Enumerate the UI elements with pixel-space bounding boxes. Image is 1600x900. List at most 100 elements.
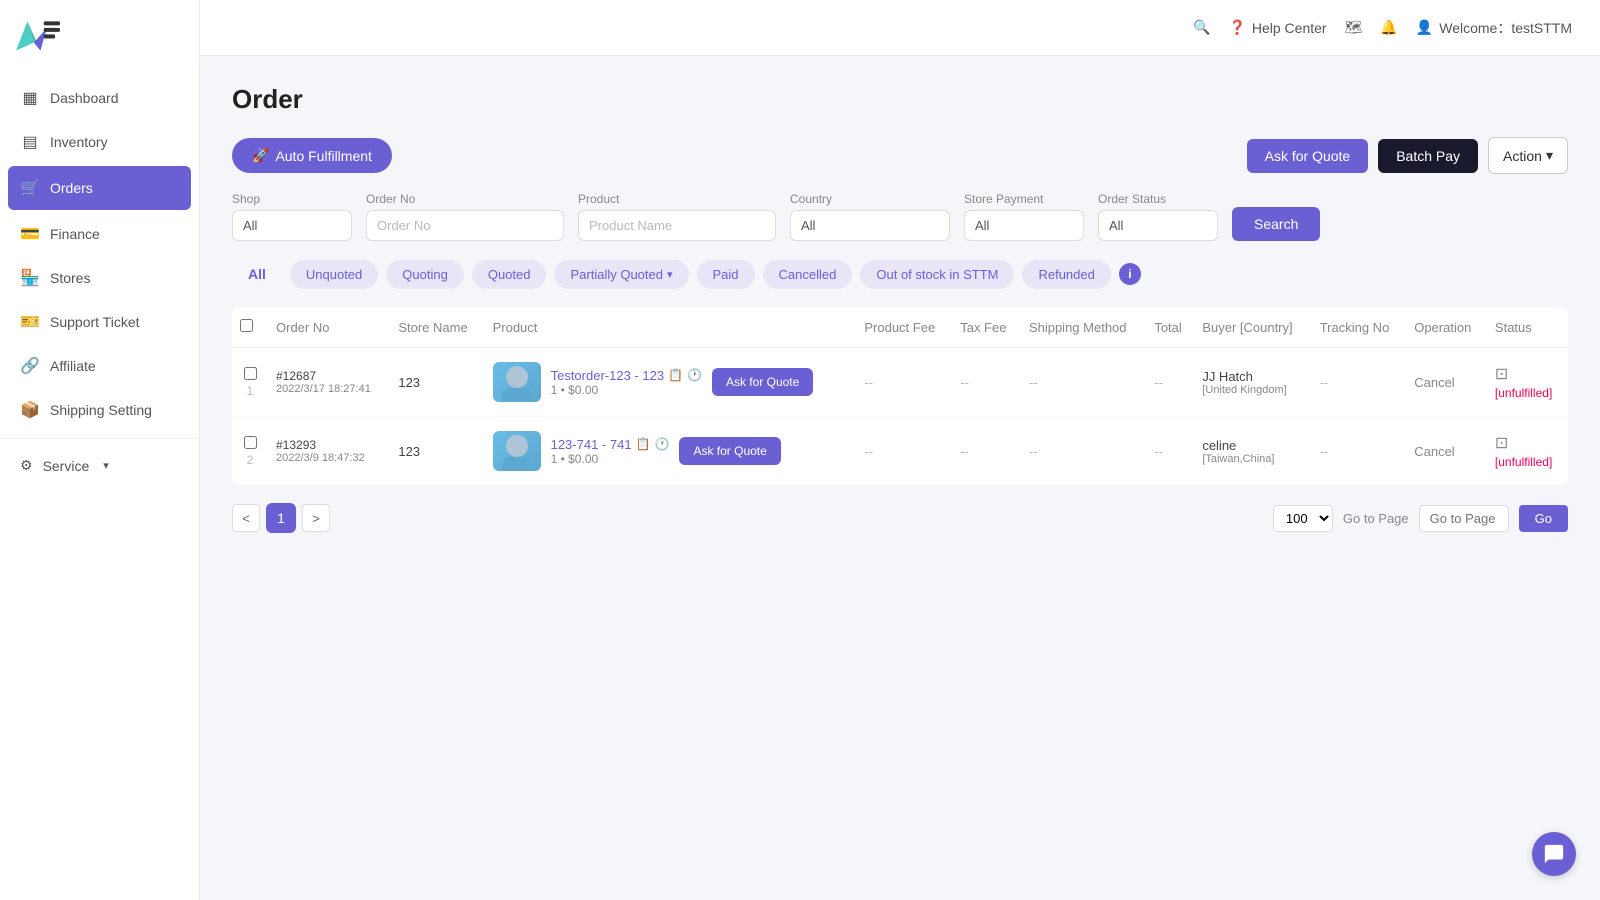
search-label: Search	[1254, 216, 1298, 232]
row-checkbox-cell: 2	[232, 417, 268, 486]
table-header: Order No Store Name Product Product Fee …	[232, 307, 1568, 348]
product-image	[493, 431, 541, 471]
history-icon[interactable]: 🕐	[655, 437, 670, 451]
sidebar-item-shipping[interactable]: 📦 Shipping Setting	[0, 388, 199, 432]
copy-icon[interactable]: 📋	[668, 368, 683, 382]
row-number: 1	[247, 384, 254, 398]
order-status-select[interactable]: All	[1098, 210, 1218, 241]
next-page-button[interactable]: >	[302, 504, 330, 532]
sidebar-item-stores[interactable]: 🏪 Stores	[0, 256, 199, 300]
per-page-select[interactable]: 100 50 20	[1273, 505, 1333, 532]
bell-icon[interactable]: 🔔	[1380, 19, 1397, 36]
goto-page-input[interactable]	[1419, 505, 1509, 532]
row-checkbox[interactable]	[244, 436, 257, 449]
batch-pay-button[interactable]: Batch Pay	[1378, 139, 1478, 173]
search-icon[interactable]: 🔍	[1193, 19, 1210, 36]
chat-bubble[interactable]	[1532, 832, 1576, 876]
history-icon[interactable]: 🕐	[687, 368, 702, 382]
ask-for-quote-button[interactable]: Ask for Quote	[1247, 139, 1369, 173]
sidebar-item-finance[interactable]: 💳 Finance	[0, 212, 199, 256]
tab-partially-quoted[interactable]: Partially Quoted ▾	[554, 260, 688, 289]
col-product: Product	[485, 307, 857, 348]
nav-divider	[0, 438, 199, 439]
product-cell: 123-741 - 741 📋 🕐 1 • $0.00 Ask for Quot…	[485, 417, 857, 486]
tab-out-of-stock[interactable]: Out of stock in STTM	[860, 260, 1014, 289]
select-all-checkbox[interactable]	[240, 319, 253, 332]
sidebar-item-affiliate[interactable]: 🔗 Affiliate	[0, 344, 199, 388]
product-image	[493, 362, 541, 402]
sidebar-item-service[interactable]: ⚙ Service ▾	[0, 445, 199, 486]
orders-icon: 🛒	[20, 178, 40, 198]
country-select[interactable]: All	[790, 210, 950, 241]
search-button[interactable]: Search	[1232, 207, 1320, 241]
order-date: 2022/3/17 18:27:41	[276, 383, 382, 395]
store-payment-select[interactable]: All	[964, 210, 1084, 241]
product-link[interactable]: 123-741 - 741	[551, 437, 632, 452]
col-tax-fee: Tax Fee	[952, 307, 1021, 348]
prev-page-button[interactable]: <	[232, 504, 260, 532]
table-body: 1 #12687 2022/3/17 18:27:41 123	[232, 348, 1568, 486]
buyer-country: [Taiwan,China]	[1202, 453, 1303, 465]
tab-cancelled-label: Cancelled	[779, 267, 837, 282]
service-icon: ⚙	[20, 457, 33, 474]
tab-quoted[interactable]: Quoted	[472, 260, 547, 289]
user-menu[interactable]: 👤 Welcome：testSTTM	[1416, 18, 1572, 38]
sidebar-item-support[interactable]: 🎫 Support Ticket	[0, 300, 199, 344]
tab-out-of-stock-label: Out of stock in STTM	[876, 267, 998, 282]
order-no-input[interactable]	[366, 210, 564, 241]
action-button[interactable]: Action ▾	[1488, 137, 1568, 174]
cancel-button[interactable]: Cancel	[1414, 375, 1454, 390]
sidebar-item-label: Affiliate	[50, 358, 96, 374]
row-checkbox[interactable]	[244, 367, 257, 380]
cancel-button[interactable]: Cancel	[1414, 444, 1454, 459]
tab-refunded-label: Refunded	[1038, 267, 1094, 282]
tab-paid[interactable]: Paid	[697, 260, 755, 289]
map-icon[interactable]: 🗺	[1345, 19, 1363, 36]
tax-fee-cell: --	[952, 348, 1021, 417]
sidebar-item-inventory[interactable]: ▤ Inventory	[0, 120, 199, 164]
order-date: 2022/3/9 18:47:32	[276, 452, 382, 464]
tab-refunded[interactable]: Refunded	[1022, 260, 1110, 289]
col-operation: Operation	[1406, 307, 1487, 348]
tab-quoting[interactable]: Quoting	[386, 260, 464, 289]
order-status-filter: Order Status All	[1098, 192, 1218, 241]
tab-all[interactable]: All	[232, 259, 282, 289]
status-badge: [unfulfilled]	[1495, 455, 1552, 469]
help-center-button[interactable]: ❓ Help Center	[1228, 19, 1326, 36]
orders-table: Order No Store Name Product Product Fee …	[232, 307, 1568, 485]
info-icon[interactable]: i	[1119, 263, 1141, 285]
go-button[interactable]: Go	[1519, 505, 1568, 532]
ask-for-quote-row-button[interactable]: Ask for Quote	[679, 437, 780, 465]
toolbar-right: Ask for Quote Batch Pay Action ▾	[1247, 137, 1568, 174]
shop-select[interactable]: All	[232, 210, 352, 241]
col-store-name: Store Name	[390, 307, 484, 348]
status-icon: ⊡	[1495, 364, 1508, 384]
tracking-no-cell: --	[1312, 417, 1407, 486]
country-filter: Country All	[790, 192, 950, 241]
product-input[interactable]	[578, 210, 776, 241]
support-icon: 🎫	[20, 312, 40, 332]
ask-for-quote-row-button[interactable]: Ask for Quote	[712, 368, 813, 396]
tab-unquoted-label: Unquoted	[306, 267, 362, 282]
sidebar-item-dashboard[interactable]: ▦ Dashboard	[0, 76, 199, 120]
product-link[interactable]: Testorder-123 - 123	[551, 368, 664, 383]
col-total: Total	[1146, 307, 1194, 348]
dashboard-icon: ▦	[20, 88, 40, 108]
tab-paid-label: Paid	[713, 267, 739, 282]
store-payment-label: Store Payment	[964, 192, 1084, 206]
batch-pay-label: Batch Pay	[1396, 148, 1460, 164]
help-center-label: Help Center	[1252, 20, 1327, 36]
tax-fee-cell: --	[952, 417, 1021, 486]
table-row: 1 #12687 2022/3/17 18:27:41 123	[232, 348, 1568, 417]
sidebar-item-orders[interactable]: 🛒 Orders	[8, 166, 191, 210]
tab-unquoted[interactable]: Unquoted	[290, 260, 378, 289]
rocket-icon: 🚀	[252, 147, 269, 164]
col-status: Status	[1487, 307, 1568, 348]
status-cell: ⊡ [unfulfilled]	[1487, 417, 1568, 486]
tab-cancelled[interactable]: Cancelled	[763, 260, 853, 289]
current-page-button[interactable]: 1	[266, 503, 296, 533]
copy-icon[interactable]: 📋	[636, 437, 651, 451]
product-price: 1 • $0.00	[551, 452, 670, 466]
order-no-filter: Order No	[366, 192, 564, 241]
auto-fulfillment-button[interactable]: 🚀 Auto Fulfillment	[232, 138, 392, 173]
